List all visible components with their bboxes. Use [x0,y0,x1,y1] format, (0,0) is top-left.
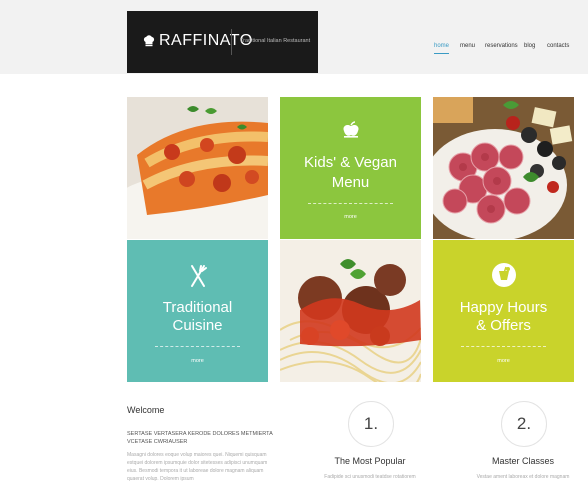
nav-contacts[interactable]: contacts [547,43,569,49]
tile-title-line1: Happy Hours [459,299,548,316]
tile-title-line1: Traditional [162,299,233,316]
tile-more-link[interactable]: more [280,214,421,220]
cocktail-icon [491,263,516,287]
tile-title-line1: Kids' & Vegan [304,154,397,171]
tile-title-line2: Cuisine [172,317,223,334]
feature-number-circle: 1. [348,401,394,447]
nav-home[interactable]: home [434,43,450,54]
nav-blog[interactable]: blog [524,43,535,49]
logo-divider [231,29,232,55]
tile-more-link[interactable]: more [433,358,574,364]
antipasto-photo [433,97,574,239]
welcome-heading: Welcome [127,405,165,415]
tile-kids-vegan-menu[interactable]: Kids' & Vegan Menu more [280,97,421,239]
feature-number-circle: 2. [501,401,547,447]
tile-traditional-cuisine[interactable]: Traditional Cuisine more [127,240,268,382]
tile-divider [155,346,240,347]
tile-happy-hours-offers[interactable]: Happy Hours & Offers more [433,240,574,382]
tile-divider [461,346,546,347]
spaghetti-photo [280,240,421,382]
photo-cannelloni [127,97,268,239]
fork-knife-icon [190,265,207,287]
nav-reservations[interactable]: reservations [485,43,518,49]
site-header: RAFFINATO Traditional Italian Restaurant… [0,0,588,74]
feature-body: Fadipide sci unusmodi teatdse rotatiorem [324,474,416,480]
chef-hat-icon [143,35,155,47]
photo-antipasto-platter [433,97,574,239]
brand-name: RAFFINATO [159,32,253,49]
apple-icon [342,121,359,138]
brand-logo[interactable]: RAFFINATO Traditional Italian Restaurant [127,11,318,73]
feature-title[interactable]: Master Classes [453,456,588,466]
photo-spaghetti-meatballs [280,240,421,382]
cannelloni-photo [127,97,268,239]
brand-tagline: Traditional Italian Restaurant [240,38,311,44]
welcome-subtitle: SERTASE VERTASERA KERODE DOLORES METMIER… [127,431,273,445]
tile-more-link[interactable]: more [127,358,268,364]
welcome-body-text: Masagni dolores eoque volup maiores quei… [127,452,268,482]
tile-title-line2: & Offers [476,317,531,334]
nav-menu[interactable]: menu [460,43,475,49]
tile-divider [308,203,393,204]
tile-title-line2: Menu [331,174,370,191]
feature-body: Vestae ament laboreax et dolore magnam [476,474,570,480]
feature-title[interactable]: The Most Popular [300,456,440,466]
